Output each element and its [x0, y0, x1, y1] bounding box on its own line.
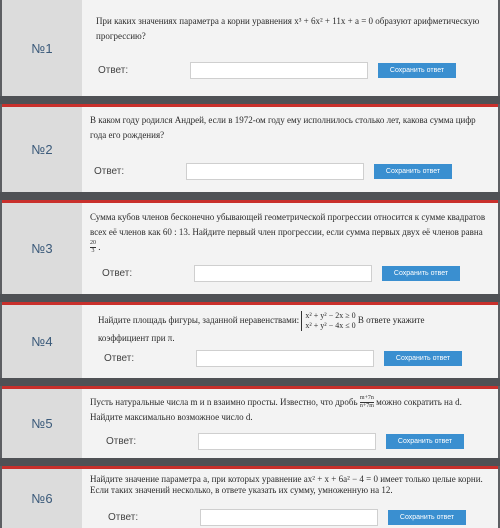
problem-number: №6 — [2, 469, 82, 528]
problem-content: При каких значениях параметра a корни ур… — [82, 0, 498, 96]
divider — [0, 378, 500, 386]
fraction: 20 3 — [90, 240, 96, 255]
answer-input[interactable] — [186, 163, 364, 180]
answer-row: Ответ: Сохранить ответ — [102, 265, 460, 282]
problem-text-part: Пусть натуральные числа m и n взаимно пр… — [90, 397, 358, 407]
save-answer-button[interactable]: Сохранить ответ — [378, 63, 456, 78]
answer-row: Ответ: Сохранить ответ — [104, 350, 462, 367]
problem-card-2: №2 В каком году родился Андрей, если в 1… — [2, 104, 498, 192]
answer-input[interactable] — [190, 62, 368, 79]
fraction-numerator: m+7n — [359, 395, 374, 402]
answer-label: Ответ: — [98, 65, 129, 76]
answer-label: Ответ: — [108, 512, 139, 523]
save-answer-button[interactable]: Сохранить ответ — [374, 164, 452, 179]
inequality-2: x² + y² − 4x ≤ 0 — [305, 321, 356, 330]
problem-content: Найдите площадь фигуры, заданной неравен… — [82, 305, 498, 378]
save-answer-button[interactable]: Сохранить ответ — [382, 266, 460, 281]
problem-number: №1 — [2, 0, 82, 96]
problem-card-6: №6 Найдите значение параметра a, при кот… — [2, 466, 498, 528]
save-answer-button[interactable]: Сохранить ответ — [384, 351, 462, 366]
answer-label: Ответ: — [94, 166, 125, 177]
problem-text: При каких значениях параметра a корни ур… — [96, 16, 480, 41]
answer-row: Ответ: Сохранить ответ — [98, 62, 456, 79]
problem-content: Сумма кубов членов бесконечно убывающей … — [82, 203, 498, 294]
problem-text: Пусть натуральные числа m и n взаимно пр… — [90, 393, 490, 425]
inequality-1: x² + y² − 2x ≥ 0 — [305, 311, 356, 320]
answer-label: Ответ: — [104, 353, 135, 364]
fraction: m+7n n+7m — [359, 395, 374, 410]
answer-label: Ответ: — [102, 268, 133, 279]
answer-input[interactable] — [198, 433, 376, 450]
problem-content: Найдите значение параметра a, при которы… — [82, 469, 498, 528]
divider — [0, 96, 500, 104]
problem-text: Сумма кубов членов бесконечно убывающей … — [90, 207, 490, 255]
problem-card-4: №4 Найдите площадь фигуры, заданной нера… — [2, 302, 498, 378]
fraction-denominator: n+7m — [359, 402, 374, 410]
answer-row: Ответ: Сохранить ответ — [108, 509, 466, 526]
problem-text: Найдите значение параметра a, при которы… — [90, 474, 483, 495]
answer-row: Ответ: Сохранить ответ — [106, 433, 464, 450]
divider — [0, 192, 500, 200]
problem-text-part: В ответе укажите — [357, 315, 425, 326]
fraction-denominator: 3 — [90, 247, 96, 255]
problem-text: Найдите площадь фигуры, заданной неравен… — [90, 309, 490, 346]
problem-content: В каком году родился Андрей, если в 1972… — [82, 107, 498, 192]
problem-text-part: Сумма кубов членов бесконечно убывающей … — [90, 212, 486, 237]
problem-number: №4 — [2, 305, 82, 378]
divider — [0, 294, 500, 302]
problem-card-3: №3 Сумма кубов членов бесконечно убывающ… — [2, 200, 498, 294]
problem-content: Пусть натуральные числа m и n взаимно пр… — [82, 389, 498, 458]
save-answer-button[interactable]: Сохранить ответ — [386, 434, 464, 449]
problem-number: №5 — [2, 389, 82, 458]
save-answer-button[interactable]: Сохранить ответ — [388, 510, 466, 525]
fraction-numerator: 20 — [90, 240, 96, 247]
problem-card-1: №1 При каких значениях параметра a корни… — [2, 0, 498, 96]
problem-number: №2 — [2, 107, 82, 192]
answer-input[interactable] — [194, 265, 372, 282]
answer-row: Ответ: Сохранить ответ — [94, 163, 452, 180]
divider — [0, 458, 500, 466]
problem-text-part: коэффициент при π. — [98, 333, 175, 343]
problem-text-part: . — [98, 242, 101, 252]
problem-text: В каком году родился Андрей, если в 1972… — [90, 115, 476, 140]
problem-text-part: Найдите площадь фигуры, заданной неравен… — [98, 315, 300, 326]
problem-card-5: №5 Пусть натуральные числа m и n взаимно… — [2, 386, 498, 458]
answer-input[interactable] — [196, 350, 374, 367]
answer-label: Ответ: — [106, 436, 137, 447]
answer-input[interactable] — [200, 509, 378, 526]
problem-number: №3 — [2, 203, 82, 294]
inequality-system: x² + y² − 2x ≥ 0 x² + y² − 4x ≤ 0 — [301, 311, 356, 331]
